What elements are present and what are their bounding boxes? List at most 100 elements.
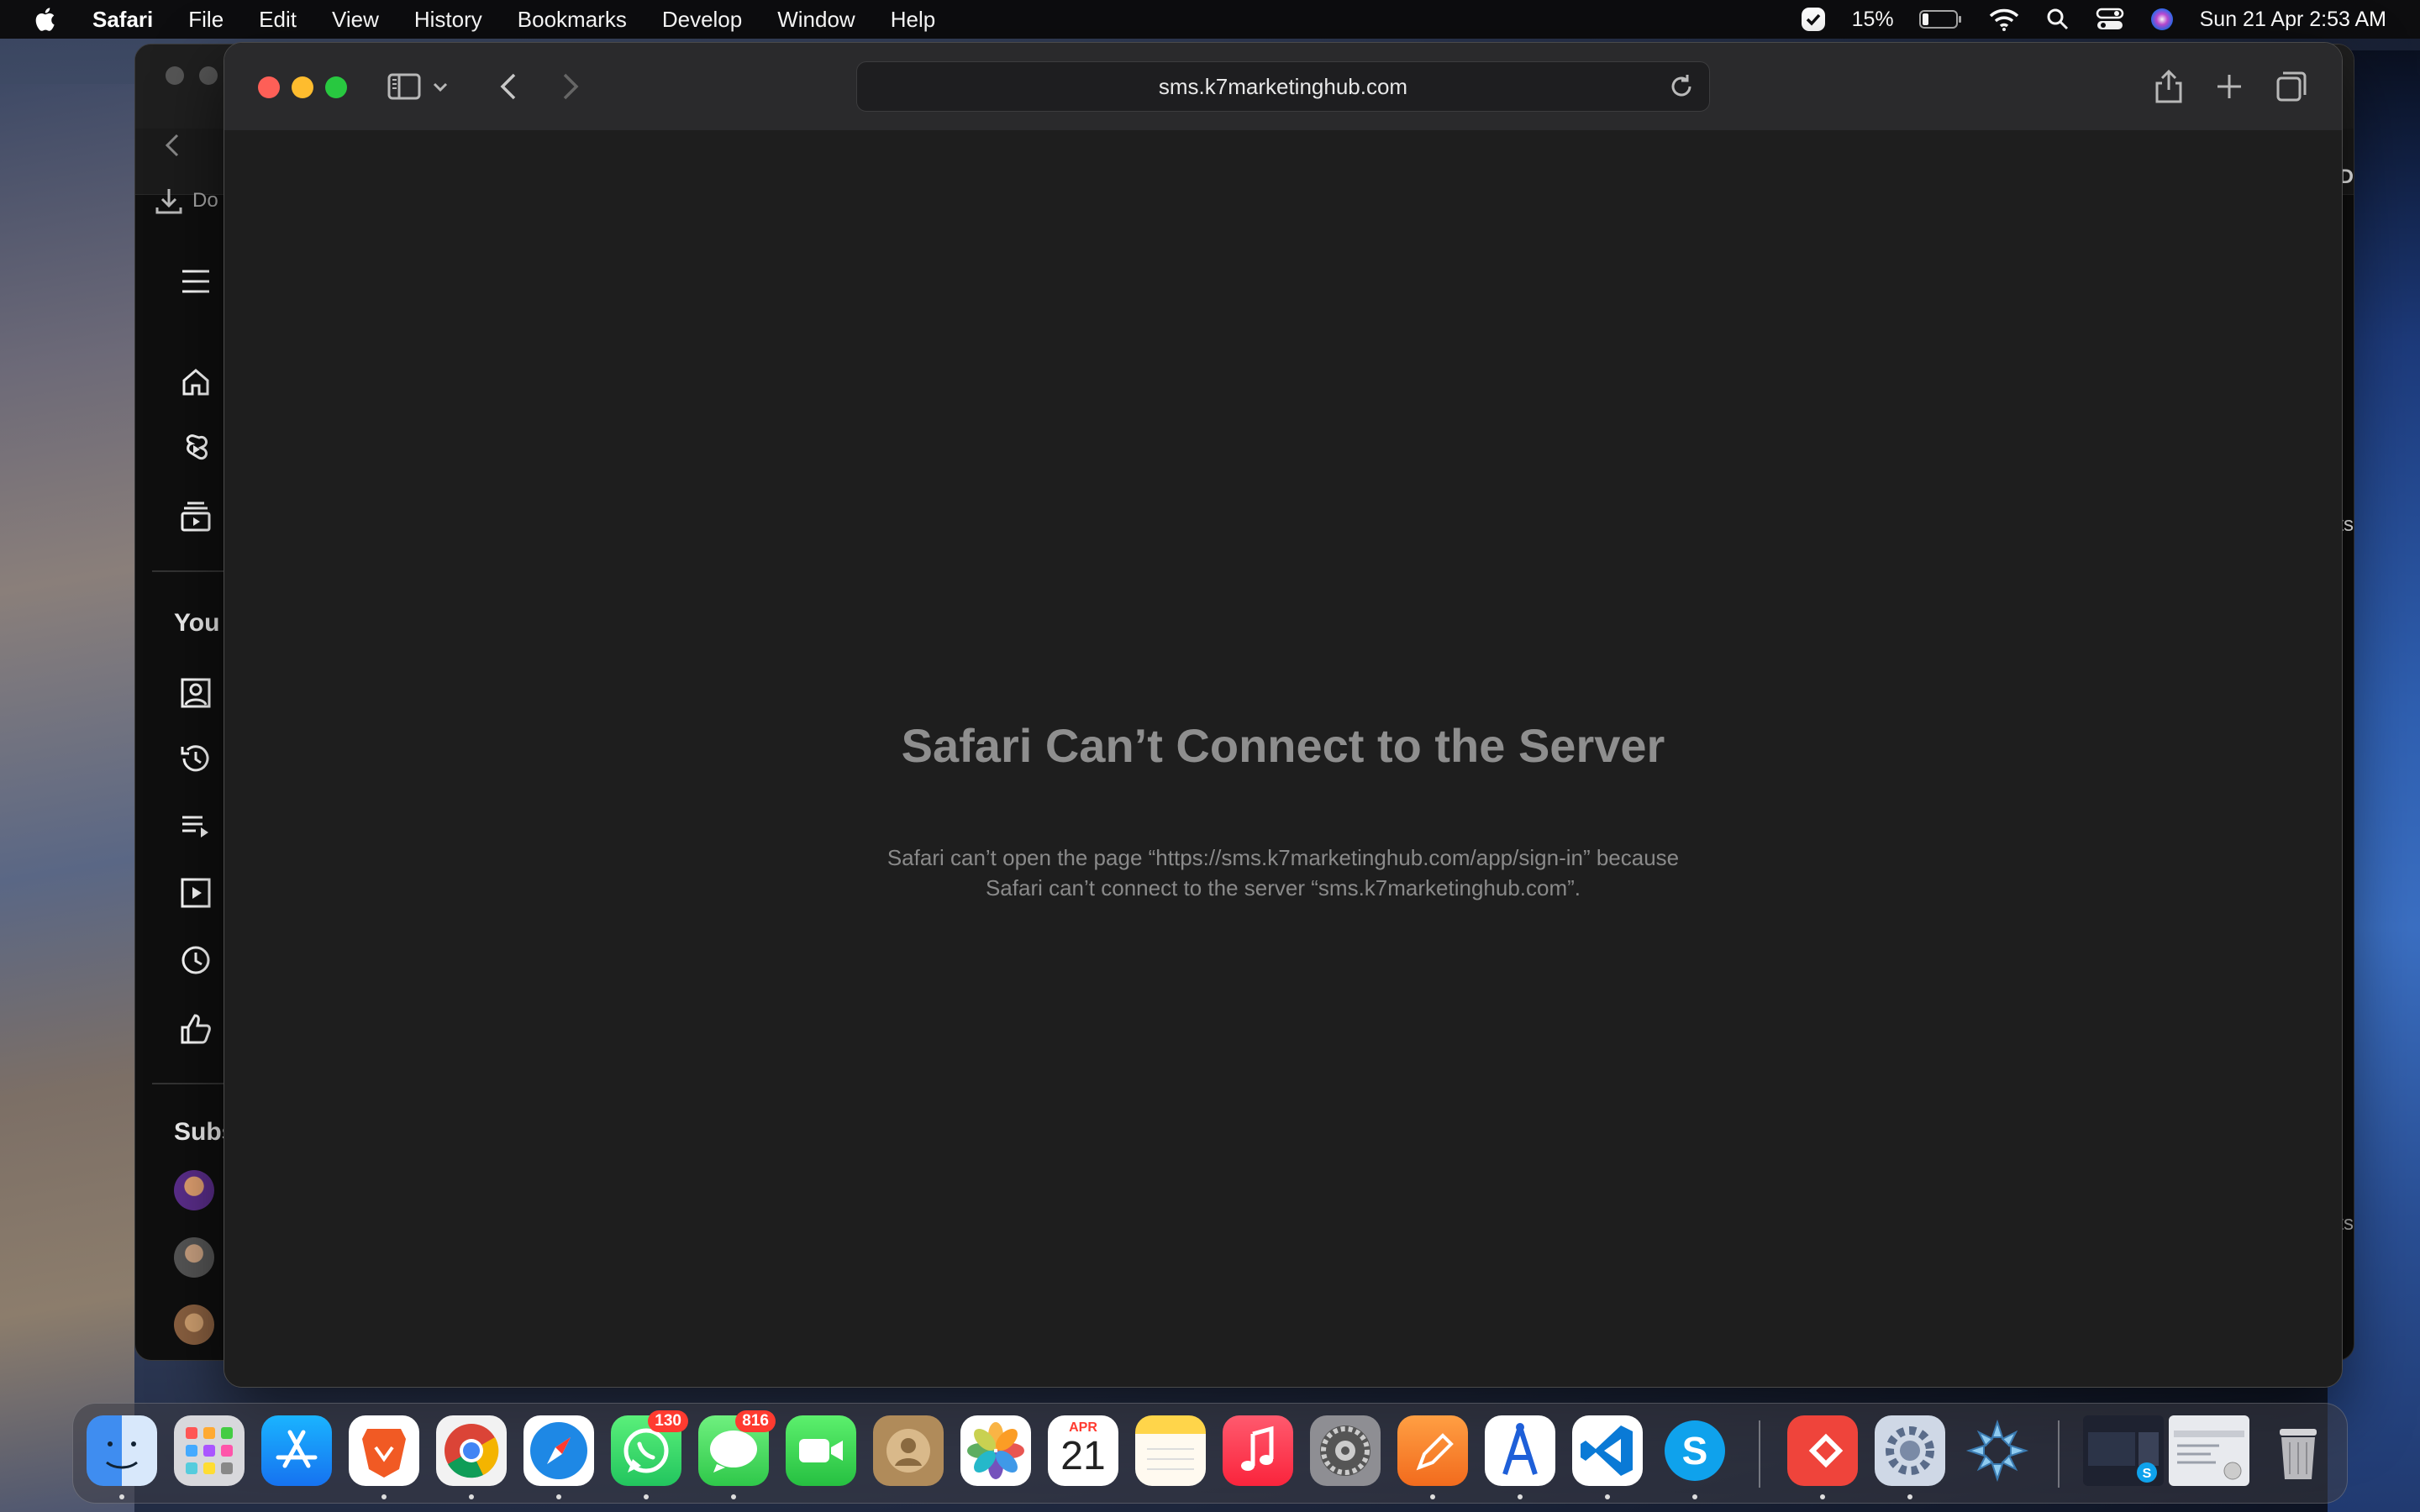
share-icon[interactable] [2150, 68, 2187, 105]
error-title: Safari Can’t Connect to the Server [901, 719, 1665, 772]
shorts-icon[interactable] [179, 433, 213, 466]
home-icon[interactable] [179, 365, 213, 399]
menu-view[interactable]: View [332, 7, 379, 33]
photos-app-icon[interactable] [960, 1415, 1031, 1486]
svg-text:S: S [2143, 1467, 2152, 1481]
menu-history[interactable]: History [414, 7, 482, 33]
menu-edit[interactable]: Edit [259, 7, 297, 33]
subscription-avatar[interactable] [174, 1237, 214, 1278]
menu-extras: 15% Sun 21 Apr 2:53 AM [1800, 0, 2386, 39]
close-window-button[interactable] [258, 76, 280, 98]
address-bar[interactable]: sms.k7marketinghub.com [856, 61, 1710, 112]
menu-bar: Safari File Edit View History Bookmarks … [0, 0, 2420, 39]
reload-icon[interactable] [1667, 72, 1696, 101]
wallpaper-left [0, 84, 134, 1512]
error-message: Safari can’t open the page “https://sms.… [224, 843, 2342, 903]
chrome-browser-icon[interactable] [436, 1415, 507, 1486]
menu-app-name[interactable]: Safari [92, 7, 153, 33]
subscription-avatar[interactable] [174, 1305, 214, 1345]
battery-icon[interactable] [1918, 8, 1963, 30]
messages-app-icon[interactable]: 816 [698, 1410, 776, 1486]
running-indicator [381, 1494, 387, 1499]
launchpad-app-icon[interactable] [174, 1415, 245, 1486]
music-app-icon[interactable] [1223, 1415, 1293, 1486]
control-center-icon[interactable] [2096, 7, 2124, 32]
download-label[interactable]: Do [192, 189, 218, 213]
back-button-icon[interactable] [492, 68, 529, 105]
running-indicator [1430, 1494, 1435, 1499]
running-indicator [1907, 1494, 1912, 1499]
messages-badge: 816 [735, 1410, 776, 1432]
forward-button-icon[interactable] [550, 68, 587, 105]
anydesk-app-icon[interactable] [1787, 1415, 1858, 1486]
your-videos-icon[interactable] [179, 876, 213, 910]
utility-settings-icon[interactable] [1875, 1415, 1945, 1486]
facetime-app-icon[interactable] [786, 1415, 856, 1486]
bg-back-icon[interactable] [162, 132, 184, 159]
running-indicator [119, 1494, 124, 1499]
spotlight-search-icon[interactable] [2045, 7, 2070, 32]
download-icon[interactable] [154, 186, 184, 216]
error-message-line: Safari can’t connect to the server “sms.… [985, 875, 1581, 900]
running-indicator [644, 1494, 649, 1499]
finder-app-icon[interactable] [87, 1415, 157, 1486]
clock[interactable]: Sun 21 Apr 2:53 AM [2200, 8, 2386, 32]
svg-text:S: S [1682, 1429, 1708, 1473]
menu-help[interactable]: Help [891, 7, 935, 33]
history-icon[interactable] [179, 742, 213, 775]
apple-icon[interactable] [32, 5, 60, 34]
checkmark-status-icon[interactable] [1800, 6, 1827, 33]
zoom-window-button[interactable] [325, 76, 347, 98]
running-indicator [1820, 1494, 1825, 1499]
new-tab-plus-icon[interactable] [2211, 68, 2248, 105]
brave-browser-icon[interactable] [349, 1415, 419, 1486]
notes-app-icon[interactable] [1135, 1415, 1206, 1486]
running-indicator [1518, 1494, 1523, 1499]
safari-app-icon[interactable] [523, 1415, 594, 1486]
bg-minimize-dot[interactable] [199, 66, 218, 85]
playlists-icon[interactable] [179, 809, 213, 843]
skype-app-icon[interactable]: S [1660, 1415, 1730, 1486]
menu-bookmarks[interactable]: Bookmarks [518, 7, 627, 33]
contacts-app-icon[interactable] [873, 1415, 944, 1486]
minimized-window-thumbnail[interactable]: S [2083, 1415, 2164, 1486]
safari-toolbar: sms.k7marketinghub.com [224, 43, 2342, 132]
calendar-day: 21 [1060, 1434, 1106, 1478]
liked-videos-icon[interactable] [179, 1012, 213, 1046]
sidebar-toggle-icon[interactable] [386, 68, 423, 105]
wifi-icon[interactable] [1988, 7, 2020, 32]
menu-file[interactable]: File [188, 7, 224, 33]
minimize-window-button[interactable] [292, 76, 313, 98]
error-message-line: Safari can’t open the page “https://sms.… [886, 845, 1680, 870]
tab-group-chevron-down-icon[interactable] [429, 68, 451, 105]
tab-overview-icon[interactable] [2273, 68, 2310, 105]
your-channel-icon[interactable] [179, 676, 213, 710]
menu-develop[interactable]: Develop [662, 7, 742, 33]
instruments-app-icon[interactable] [1485, 1415, 1555, 1486]
vscode-app-icon[interactable] [1572, 1415, 1643, 1486]
ppsspp-app-icon[interactable] [1962, 1415, 2033, 1486]
trash-icon[interactable] [2263, 1415, 2333, 1486]
calendar-app-icon[interactable]: APR 21 [1048, 1415, 1118, 1486]
watch-later-icon[interactable] [179, 943, 213, 977]
menu-window[interactable]: Window [777, 7, 855, 33]
running-indicator [469, 1494, 474, 1499]
dock: 130 816 APR 21 S S [72, 1403, 2348, 1504]
whatsapp-badge: 130 [648, 1410, 688, 1432]
minimized-window-thumbnail[interactable] [2169, 1415, 2249, 1486]
subscriptions-icon[interactable] [179, 500, 213, 533]
running-indicator [731, 1494, 736, 1499]
pages-app-icon[interactable] [1397, 1415, 1468, 1486]
app-store-icon[interactable] [261, 1415, 332, 1486]
hamburger-menu-icon[interactable] [179, 265, 213, 298]
system-settings-icon[interactable] [1310, 1415, 1381, 1486]
sidebar-divider-2 [152, 1083, 228, 1084]
section-you-label[interactable]: You [174, 609, 219, 638]
siri-icon[interactable] [2149, 7, 2175, 32]
running-indicator [1605, 1494, 1610, 1499]
sidebar-divider [152, 570, 228, 572]
address-bar-url[interactable]: sms.k7marketinghub.com [1159, 74, 1407, 100]
bg-close-dot[interactable] [166, 66, 184, 85]
subscription-avatar[interactable] [174, 1170, 214, 1210]
whatsapp-app-icon[interactable]: 130 [611, 1410, 688, 1486]
